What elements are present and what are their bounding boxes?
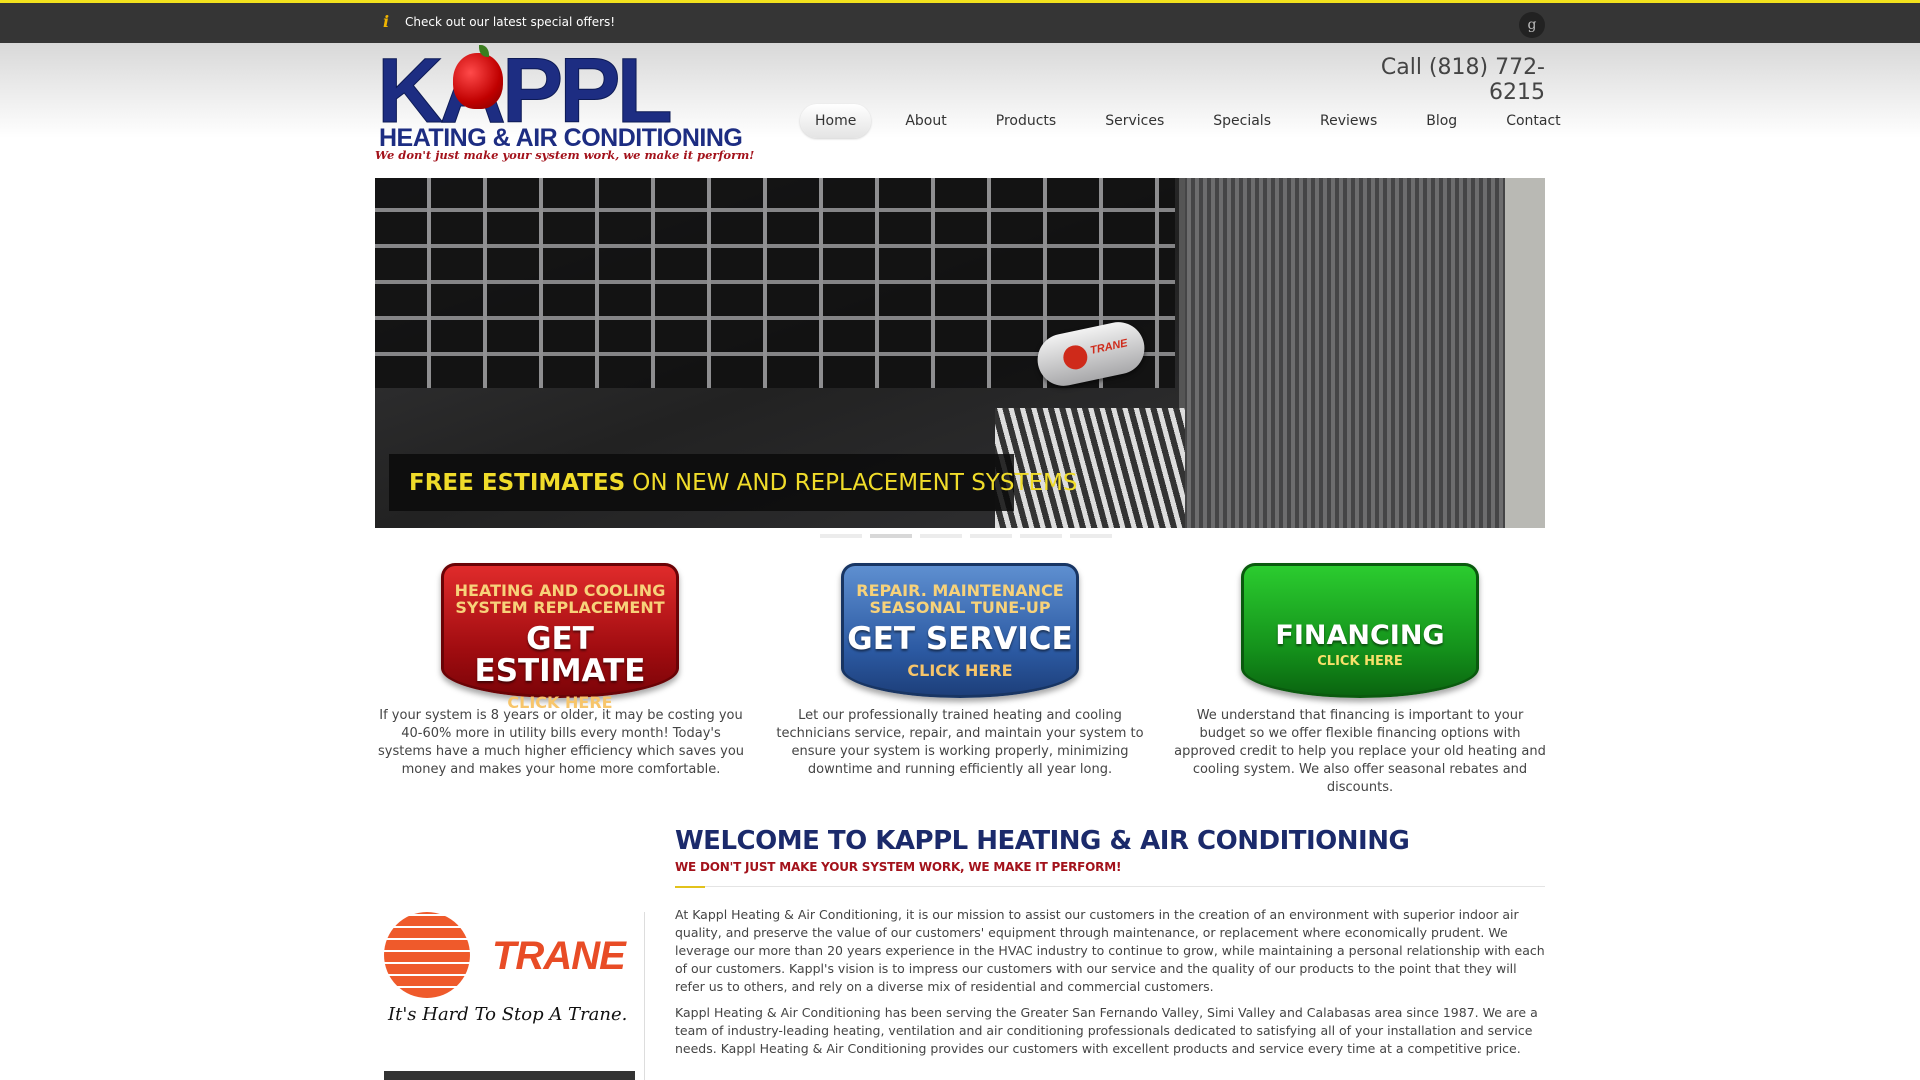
apple-icon — [453, 53, 503, 109]
get-service-line1: REPAIR. MAINTENANCE SEASONAL TUNE-UP — [856, 581, 1064, 617]
gravel-background — [1505, 178, 1545, 528]
history-paragraph: Kappl Heating & Air Conditioning has bee… — [675, 1005, 1538, 1056]
page-subtitle: WE DON'T JUST MAKE YOUR SYSTEM WORK, WE … — [675, 860, 1122, 874]
slider-dot[interactable] — [1070, 534, 1112, 538]
trane-slogan: It's Hard To Stop A Trane. — [388, 1004, 628, 1025]
hero-slider[interactable]: TRANE FREE ESTIMATES ON NEW AND REPLACEM… — [375, 178, 1545, 528]
financing-click: CLICK HERE — [1317, 654, 1403, 669]
trane-badge-text: TRANE — [1089, 337, 1129, 357]
nav-home[interactable]: Home — [800, 104, 872, 138]
hero-caption-strong: FREE ESTIMATES — [409, 469, 626, 496]
trane-wordmark: TRANE — [492, 934, 626, 978]
nav-about[interactable]: About — [890, 104, 961, 138]
nav-blog[interactable]: Blog — [1411, 104, 1472, 138]
kappl-logo[interactable]: KAPPL HEATING & AIR CONDITIONING We don'… — [375, 45, 754, 163]
get-estimate-line1: HEATING AND COOLING SYSTEM REPLACEMENT — [454, 581, 666, 617]
slider-dots — [820, 534, 1112, 538]
ac-unit-fins — [995, 408, 1185, 528]
get-service-click: CLICK HERE — [907, 661, 1013, 680]
intro-paragraph: At Kappl Heating & Air Conditioning, it … — [675, 907, 1545, 994]
financing-label: FINANCING — [1275, 620, 1445, 651]
logo-tagline: We don't just make your system work, we … — [375, 148, 755, 162]
nav-contact[interactable]: Contact — [1491, 104, 1575, 138]
page-title: WELCOME TO KAPPL HEATING & AIR CONDITION… — [675, 826, 1410, 856]
financing-description: We understand that financing is importan… — [1174, 708, 1546, 795]
slider-dot[interactable] — [820, 534, 862, 538]
get-service-button[interactable]: REPAIR. MAINTENANCE SEASONAL TUNE-UP GET … — [841, 563, 1079, 698]
slider-dot[interactable] — [1020, 534, 1062, 538]
main-content: WELCOME TO KAPPL HEATING & AIR CONDITION… — [675, 826, 1545, 1058]
title-divider — [675, 886, 1545, 888]
trane-badge-icon — [1061, 343, 1090, 372]
trane-circle-icon — [384, 912, 470, 998]
get-service-label: GET SERVICE — [847, 621, 1073, 657]
service-description: Let our professionally trained heating a… — [776, 708, 1144, 777]
estimate-description: If your system is 8 years or older, it m… — [377, 708, 745, 777]
info-icon: i — [383, 12, 390, 31]
special-offers-text[interactable]: Check out our latest special offers! — [405, 15, 615, 29]
sidebar-thumbnail[interactable] — [384, 1071, 635, 1080]
get-estimate-label: GET ESTIMATE — [474, 621, 646, 689]
trane-logo[interactable]: TRANE It's Hard To Stop A Trane. — [384, 912, 639, 1032]
hero-caption-rest: ON NEW AND REPLACEMENT SYSTEMS — [632, 469, 1078, 496]
get-estimate-button[interactable]: HEATING AND COOLING SYSTEM REPLACEMENT GE… — [441, 563, 679, 712]
financing-button[interactable]: FINANCING CLICK HERE — [1241, 563, 1479, 698]
phone-number[interactable]: Call (818) 772-6215 — [1330, 55, 1545, 105]
google-plus-icon[interactable]: g — [1519, 12, 1545, 38]
slider-dot-active[interactable] — [870, 534, 912, 538]
nav-services[interactable]: Services — [1090, 104, 1179, 138]
nav-specials[interactable]: Specials — [1198, 104, 1286, 138]
slider-dot[interactable] — [920, 534, 962, 538]
special-offers-link[interactable]: i Check out our latest special offers! — [383, 14, 615, 30]
slider-dot[interactable] — [970, 534, 1012, 538]
divider-accent — [675, 886, 705, 888]
hero-caption: FREE ESTIMATES ON NEW AND REPLACEMENT SY… — [389, 454, 1077, 511]
top-bar: i Check out our latest special offers! g — [0, 0, 1920, 43]
nav-products[interactable]: Products — [981, 104, 1071, 138]
ac-unit-image-right — [1155, 178, 1545, 528]
sidebar: TRANE It's Hard To Stop A Trane. — [375, 912, 645, 1080]
nav-reviews[interactable]: Reviews — [1305, 104, 1392, 138]
main-nav: Home About Products Services Specials Re… — [800, 103, 1595, 139]
